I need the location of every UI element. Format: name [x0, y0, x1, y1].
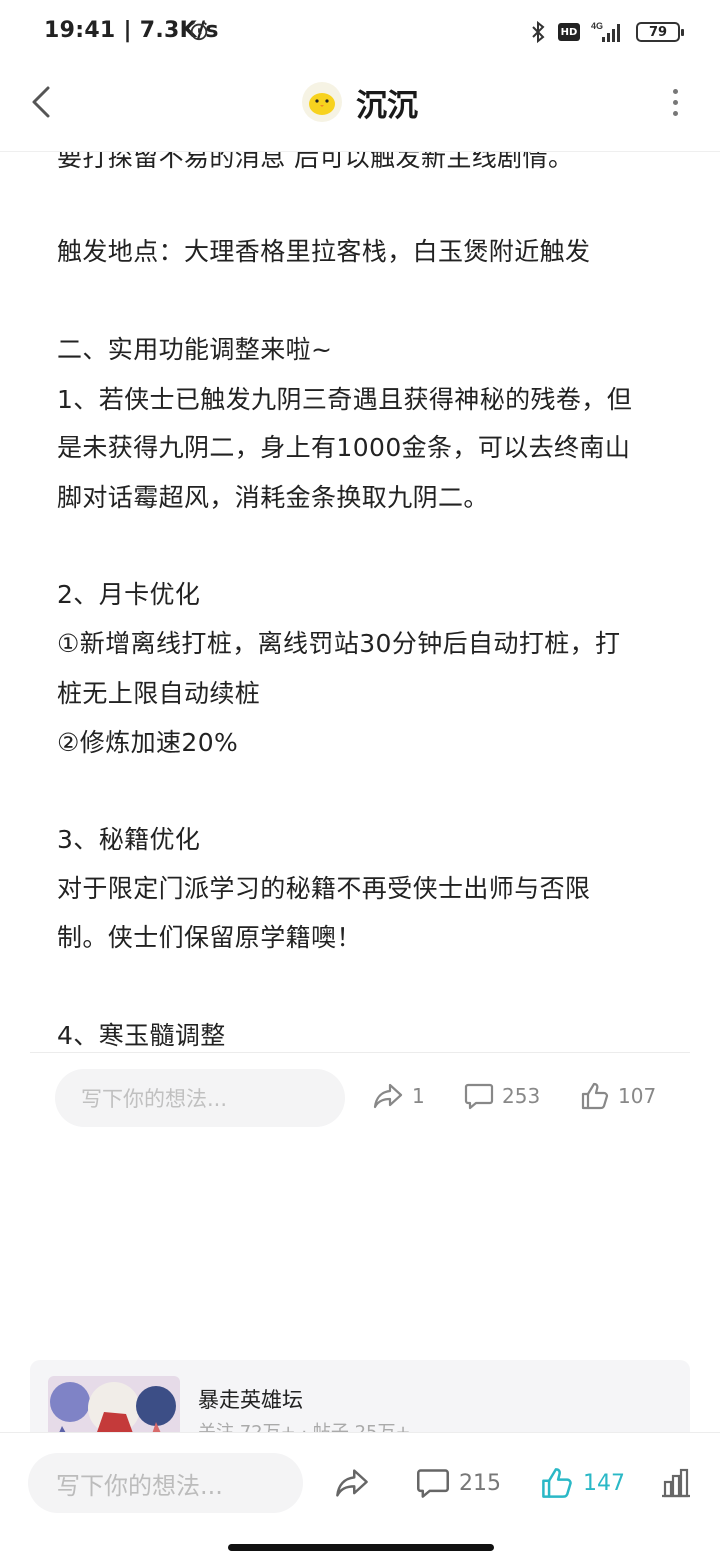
article-content: 要打探留不易的消息 后可以触发新主线剧情。 触发地点：大理香格里拉客栈，白玉煲附…	[57, 118, 677, 1052]
signal-icon: 4G	[591, 21, 620, 42]
status-icons: HD 4G 79	[528, 18, 684, 46]
article-line: 二、实用功能调整来啦~	[57, 335, 333, 364]
article-line: 对于限定门派学习的秘籍不再受侠士出师与否限	[57, 874, 591, 903]
like-button[interactable]: 107	[580, 1078, 656, 1114]
share-icon	[373, 1083, 403, 1109]
avatar[interactable]	[302, 82, 342, 122]
dot-icon	[672, 88, 678, 94]
more-options-button[interactable]	[668, 84, 682, 120]
thumbs-up-icon	[542, 1468, 572, 1498]
bottom-like-button[interactable]: 147	[540, 1463, 625, 1503]
article-line: ②修炼加速20%	[57, 728, 239, 757]
thumbs-up-icon	[581, 1082, 609, 1110]
bottom-like-count: 147	[583, 1470, 625, 1496]
forum-name: 暴走英雄坛	[198, 1388, 303, 1412]
bottom-action-bar: 写下你的想法... 215 147	[0, 1432, 720, 1532]
comment-input[interactable]: 写下你的想法...	[55, 1069, 345, 1127]
article-line: 是未获得九阴二，身上有1000金条，可以去终南山	[57, 433, 631, 462]
title-wrap: 沉沉	[0, 80, 720, 124]
battery-indicator: 79	[636, 22, 684, 42]
page-title: 沉沉	[356, 87, 418, 124]
article-line: 2、月卡优化	[57, 580, 201, 609]
chick-avatar-icon	[309, 93, 335, 115]
article-line: 4、寒玉髓调整	[57, 1021, 226, 1050]
bottom-comment-input[interactable]: 写下你的想法...	[28, 1453, 303, 1513]
stats-button[interactable]	[660, 1463, 692, 1503]
comment-icon	[417, 1469, 449, 1498]
article-line: 制。侠士们保留原学籍噢！	[57, 923, 362, 952]
bottom-share-button[interactable]	[334, 1463, 370, 1503]
comment-count: 253	[502, 1084, 541, 1108]
share-count: 1	[412, 1084, 425, 1108]
home-indicator	[228, 1544, 494, 1551]
bottom-comment-button[interactable]: 215	[416, 1463, 501, 1503]
hd-badge: HD	[558, 23, 580, 41]
bottom-comment-count: 215	[459, 1470, 501, 1496]
article-line: 脚对话霉超风，消耗金条换取九阴二。	[57, 483, 489, 512]
article-line: ①新增离线打桩，离线罚站30分钟后自动打桩，打	[57, 629, 621, 658]
article-line: 1、若侠士已触发九阴三奇遇且获得神秘的残卷，但	[57, 385, 633, 414]
article-line: 触发地点：大理香格里拉客栈，白玉煲附近触发	[57, 237, 591, 266]
divider	[30, 1052, 690, 1053]
status-bar: 19:41 | 7.3K/s HD 4G 79	[0, 0, 720, 62]
comment-icon	[464, 1083, 494, 1110]
alarm-clock-icon	[190, 21, 208, 41]
bluetooth-icon	[532, 20, 545, 44]
share-icon	[336, 1469, 368, 1497]
network-label: 4G	[591, 21, 603, 31]
inline-actions: 写下你的想法... 1 253 107	[0, 1064, 720, 1134]
article-line: 桩无上限自动续桩	[57, 679, 261, 708]
like-count: 107	[618, 1084, 657, 1108]
bar-chart-icon	[662, 1468, 690, 1498]
dot-icon	[672, 99, 678, 105]
dot-icon	[672, 110, 678, 116]
article-line: 3、秘籍优化	[57, 825, 201, 854]
comment-button[interactable]: 253	[464, 1078, 540, 1114]
title-bar: 沉沉	[0, 62, 720, 152]
share-button[interactable]: 1	[372, 1078, 425, 1114]
